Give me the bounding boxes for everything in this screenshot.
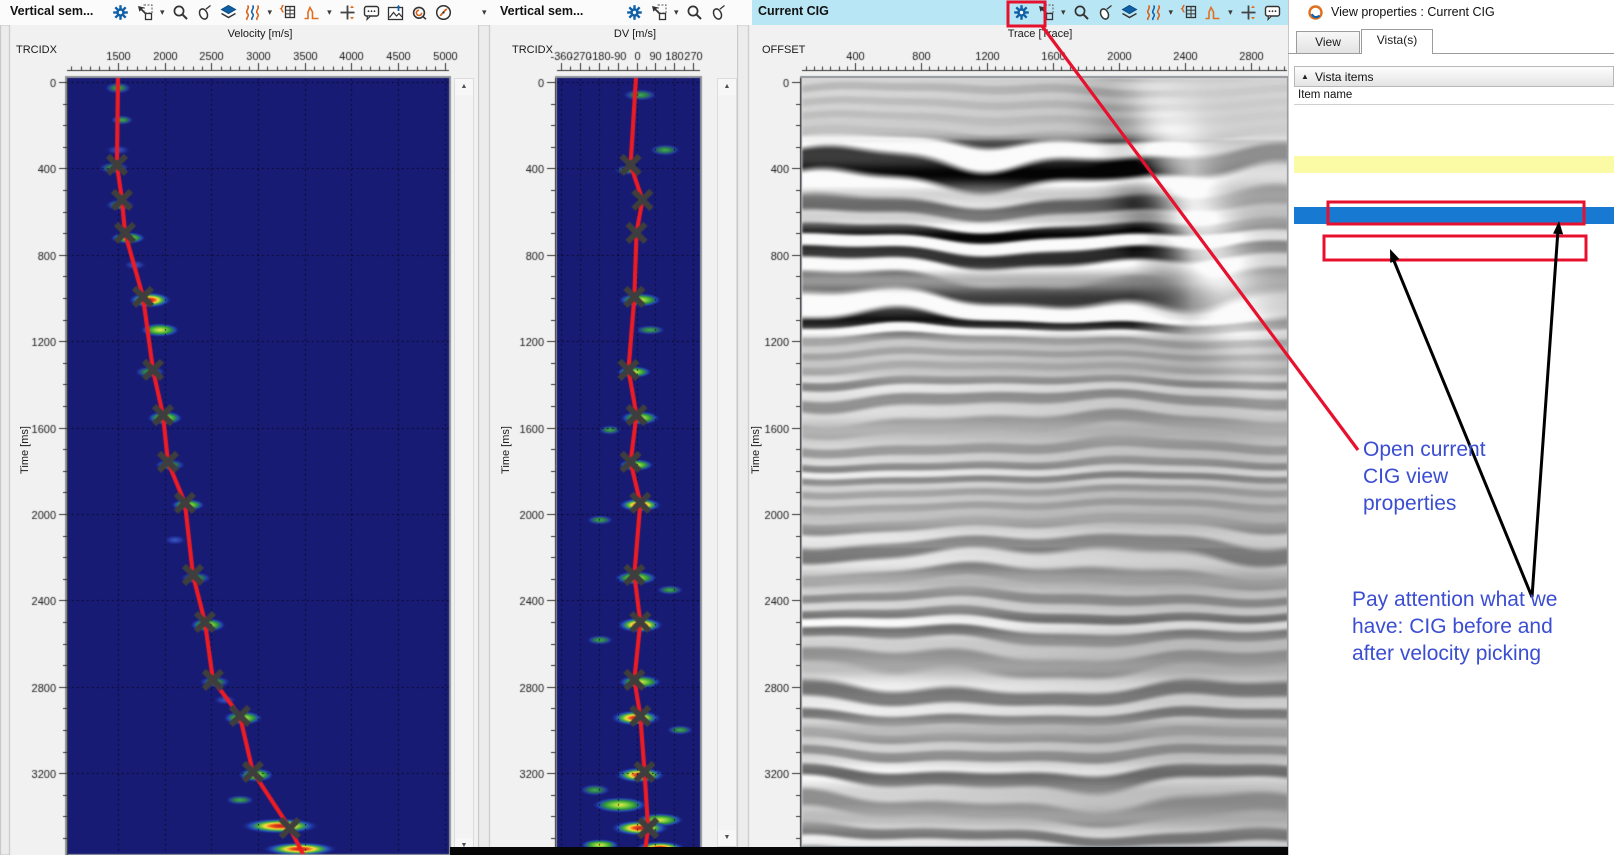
toolbar-semblance-velocity: ▾ ▾ ▾ bbox=[112, 4, 452, 21]
panel-header-current-cig: Current CIG ▾ ▾ ▾ bbox=[737, 0, 1288, 25]
panel-header-semblance-dv: ▾ Vertical sem... ▾ » bbox=[478, 0, 737, 25]
qc-icon[interactable] bbox=[411, 4, 428, 21]
layers-icon[interactable] bbox=[1121, 4, 1138, 21]
x-axis-title-trace: Trace [Trace] bbox=[975, 28, 1105, 40]
section-label: Vista items bbox=[1315, 70, 1373, 84]
zoom-icon[interactable] bbox=[686, 4, 703, 21]
app-logo-icon bbox=[1307, 4, 1324, 21]
comment-icon[interactable] bbox=[1264, 4, 1281, 21]
tree-item-muting-function[interactable]: Muting function bbox=[1294, 173, 1614, 190]
scroll-up-button[interactable]: ▲ bbox=[718, 79, 736, 95]
image-icon[interactable] bbox=[387, 4, 404, 21]
mouse-icon[interactable] bbox=[1097, 4, 1114, 21]
section-collapse-icon: ▲ bbox=[1301, 72, 1309, 81]
x-axis-title-velocity: Velocity [m/s] bbox=[180, 28, 340, 40]
scroll-up-button[interactable]: ▲ bbox=[455, 79, 473, 95]
tree-item-muting-points[interactable]: Muting points bbox=[1294, 156, 1614, 173]
gear-icon[interactable] bbox=[1013, 4, 1030, 21]
panel-title: Vertical sem... bbox=[10, 4, 93, 18]
select-icon[interactable] bbox=[650, 4, 667, 21]
tab-content-border bbox=[1288, 53, 1614, 54]
properties-window-title: View properties : Current CIG bbox=[1331, 5, 1495, 19]
corner-label-trcidx: TRCIDX bbox=[16, 44, 57, 56]
tab-view[interactable]: View bbox=[1296, 31, 1360, 53]
compass-icon[interactable] bbox=[435, 4, 452, 21]
select-icon[interactable] bbox=[136, 4, 153, 21]
curve-icon[interactable] bbox=[303, 4, 320, 21]
wiggle-icon[interactable] bbox=[244, 4, 261, 21]
note-open-cig-view-properties: Open currentCIG viewproperties bbox=[1363, 436, 1486, 517]
note-pay-attention-cig: Pay attention what wehave: CIG before an… bbox=[1352, 586, 1557, 667]
tablewave-icon[interactable] bbox=[279, 4, 296, 21]
vertical-scrollbar-panel1[interactable]: ▲ ▼ bbox=[454, 78, 474, 855]
zoom-icon[interactable] bbox=[172, 4, 189, 21]
curve-icon[interactable] bbox=[1204, 4, 1221, 21]
wiggle-icon[interactable] bbox=[1145, 4, 1162, 21]
y-axis-title-time-2: Time [ms] bbox=[500, 415, 514, 485]
tree-item-selected-cig-original[interactable]: Selected CIG original bbox=[1294, 207, 1614, 224]
dropdown-caret-icon[interactable]: ▾ bbox=[1061, 4, 1066, 21]
vertical-scrollbar-panel2[interactable]: ▲ ▼ bbox=[717, 78, 737, 847]
cig-titlebar: Current CIG ▾ ▾ ▾ bbox=[752, 0, 1288, 25]
vista-seismic-workspace: Vertical sem... ▾ ▾ ▾ ▾ Vertical sem... ▾ … bbox=[0, 0, 1614, 855]
semblance-dv-plot[interactable] bbox=[478, 25, 737, 855]
toolbar-current-cig: ▾ ▾ ▾ bbox=[1013, 4, 1281, 21]
gear-icon[interactable] bbox=[626, 4, 643, 21]
tab-vistas[interactable]: Vista(s) bbox=[1361, 29, 1433, 54]
dropdown-caret-icon[interactable]: ▾ bbox=[268, 4, 273, 21]
dropdown-caret-icon[interactable]: ▾ bbox=[1169, 4, 1174, 21]
corner-label-trcidx-2: TRCIDX bbox=[512, 44, 553, 56]
corner-label-offset: OFFSET bbox=[762, 44, 805, 56]
y-axis-title-time-1: Time [ms] bbox=[19, 415, 33, 485]
crosshair-icon[interactable] bbox=[339, 4, 356, 21]
tab-label: Vista(s) bbox=[1377, 33, 1417, 47]
scroll-down-button[interactable]: ▼ bbox=[718, 830, 736, 846]
comment-icon[interactable] bbox=[363, 4, 380, 21]
tree-item-expected-cig[interactable]: Expected CIG bbox=[1294, 241, 1614, 258]
panel-header-semblance-velocity: Vertical sem... ▾ ▾ ▾ bbox=[0, 0, 478, 25]
mouse-icon[interactable] bbox=[196, 4, 213, 21]
item-name-column-header[interactable]: Item name bbox=[1294, 87, 1614, 105]
window-bottom-edge bbox=[450, 847, 1288, 855]
tree-item-vista-items[interactable]: Vista Items bbox=[1294, 105, 1614, 122]
cig-seismic-plot[interactable] bbox=[737, 25, 1288, 855]
semblance-velocity-plot[interactable] bbox=[0, 25, 478, 855]
tree-item-selected-delete-area[interactable]: Selected delete area bbox=[1294, 139, 1614, 156]
tablewave-icon[interactable] bbox=[1180, 4, 1197, 21]
panel-title: Current CIG bbox=[758, 4, 829, 18]
vista-items-section-header[interactable]: ▲ Vista items bbox=[1294, 66, 1614, 87]
gear-icon[interactable] bbox=[112, 4, 129, 21]
tab-label: View bbox=[1315, 35, 1341, 49]
dropdown-caret-icon[interactable]: ▾ bbox=[674, 4, 679, 21]
x-axis-title-dv: DV [m/s] bbox=[590, 28, 680, 40]
layers-icon[interactable] bbox=[220, 4, 237, 21]
toolbar-semblance-dv: ▾ bbox=[626, 4, 727, 21]
mouse-icon[interactable] bbox=[710, 4, 727, 21]
dropdown-caret-icon[interactable]: ▾ bbox=[160, 4, 165, 21]
dropdown-caret-icon[interactable]: ▾ bbox=[1228, 4, 1233, 21]
tree-item-selected-angle-gramma[interactable]: Selected angle gramma bbox=[1294, 258, 1614, 275]
panel-menu-caret-icon[interactable]: ▾ bbox=[482, 4, 487, 21]
y-axis-title-time-3: Time [ms] bbox=[750, 415, 764, 485]
crosshair-icon[interactable] bbox=[1240, 4, 1257, 21]
panel-title: Vertical sem... bbox=[500, 4, 583, 18]
tree-item-angle-curves[interactable]: Angle curves bbox=[1294, 190, 1614, 207]
tree-item-selected-cig-muted[interactable]: Selected CIG muted bbox=[1294, 224, 1614, 241]
dropdown-caret-icon[interactable]: ▾ bbox=[327, 4, 332, 21]
zoom-icon[interactable] bbox=[1073, 4, 1090, 21]
column-label: Item name bbox=[1298, 89, 1352, 101]
tree-item-layer-1[interactable]: Layer #1 bbox=[1294, 122, 1614, 139]
select-icon[interactable] bbox=[1037, 4, 1054, 21]
